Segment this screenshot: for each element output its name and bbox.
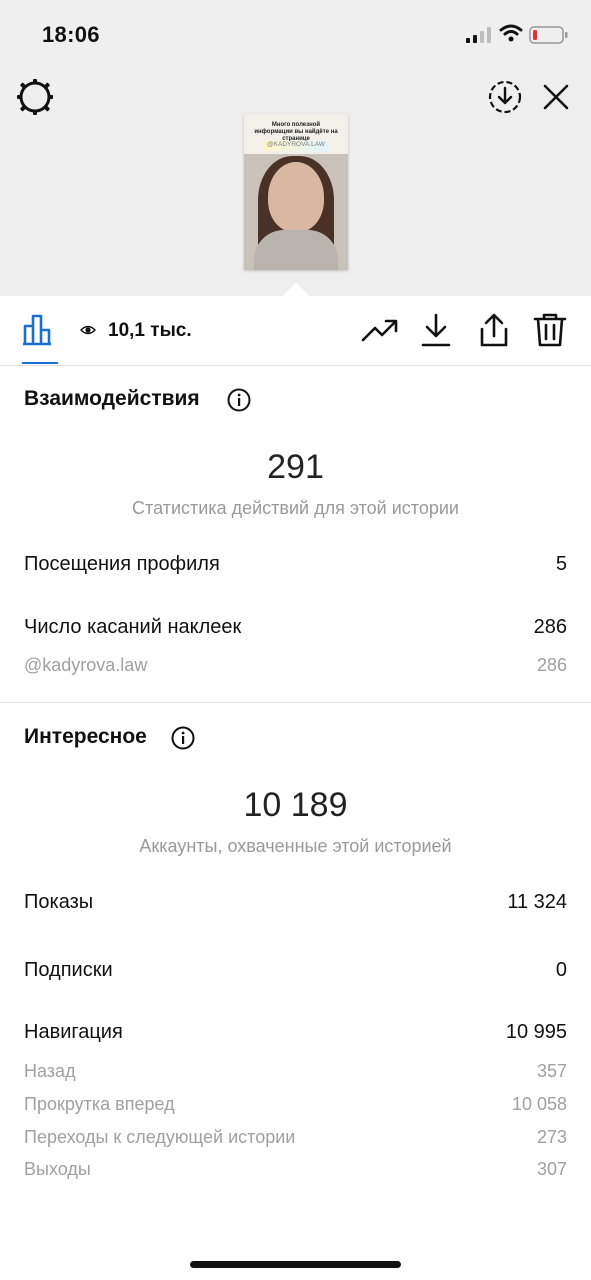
sticker-taps-label: Число касаний наклеек	[24, 616, 242, 638]
mention-sticker-value: 286	[536, 655, 567, 675]
discovery-title: Интересное	[24, 725, 147, 748]
trend-icon[interactable]	[361, 314, 399, 344]
follows-value: 0	[555, 959, 567, 981]
exits-label: Выходы	[24, 1159, 91, 1179]
share-icon[interactable]	[477, 312, 511, 348]
thumbnail-caption: Много полезной информации вы найдёте на …	[254, 122, 338, 142]
profile-visits-value: 5	[555, 553, 567, 575]
interactions-caption: Статистика действий для этой истории	[132, 498, 459, 518]
battery-icon	[529, 26, 568, 44]
eye-icon	[80, 325, 96, 335]
wifi-icon	[499, 24, 523, 42]
thumbnail-photo-face	[268, 162, 324, 232]
home-indicator[interactable]	[190, 1261, 401, 1268]
signal-icon	[466, 27, 491, 43]
download-icon[interactable]	[420, 312, 452, 348]
next-story-value: 273	[536, 1127, 567, 1147]
section-divider	[0, 702, 591, 703]
status-time: 18:06	[42, 22, 100, 47]
impressions-value: 11 324	[507, 891, 567, 913]
reach-total: 10 189	[243, 786, 348, 824]
thumbnail-pointer	[282, 282, 310, 297]
next-story-label: Переходы к следующей истории	[24, 1127, 296, 1147]
insights-tab-indicator	[22, 362, 58, 364]
close-icon[interactable]	[541, 82, 571, 112]
mention-sticker-label: @kadyrova.law	[24, 655, 148, 675]
back-label: Назад	[24, 1061, 76, 1081]
info-icon[interactable]	[227, 388, 251, 412]
interactions-total: 291	[267, 448, 324, 486]
impressions-label: Показы	[24, 891, 94, 913]
views-count: 10,1 тыс.	[108, 320, 192, 341]
info-icon[interactable]	[171, 726, 195, 750]
story-header-area: 18:06 Много полезной информации вы найдё…	[0, 0, 591, 297]
profile-visits-label: Посещения профиля	[24, 553, 220, 575]
navigation-label: Навигация	[24, 1021, 123, 1043]
thumbnail-photo-body	[254, 230, 338, 270]
download-circle-icon[interactable]	[487, 79, 523, 115]
settings-icon[interactable]	[16, 78, 54, 116]
follows-label: Подписки	[24, 959, 113, 981]
reach-caption: Аккаунты, охваченные этой историей	[139, 836, 452, 856]
trash-icon[interactable]	[533, 312, 567, 348]
interactions-title: Взаимодействия	[24, 387, 200, 410]
forward-label: Прокрутка вперед	[24, 1094, 175, 1114]
bar-chart-icon[interactable]	[22, 312, 56, 346]
sticker-taps-value: 286	[533, 616, 567, 638]
back-value: 357	[536, 1061, 567, 1081]
thumbnail-mention-sticker: @KADYROVA.LAW	[264, 141, 328, 151]
story-toolbar: 10,1 тыс.	[0, 296, 591, 366]
forward-value: 10 058	[511, 1094, 567, 1114]
status-bar: 18:06	[0, 0, 591, 70]
navigation-value: 10 995	[505, 1021, 567, 1043]
exits-value: 307	[536, 1159, 567, 1179]
story-thumbnail[interactable]: Много полезной информации вы найдёте на …	[244, 114, 348, 270]
